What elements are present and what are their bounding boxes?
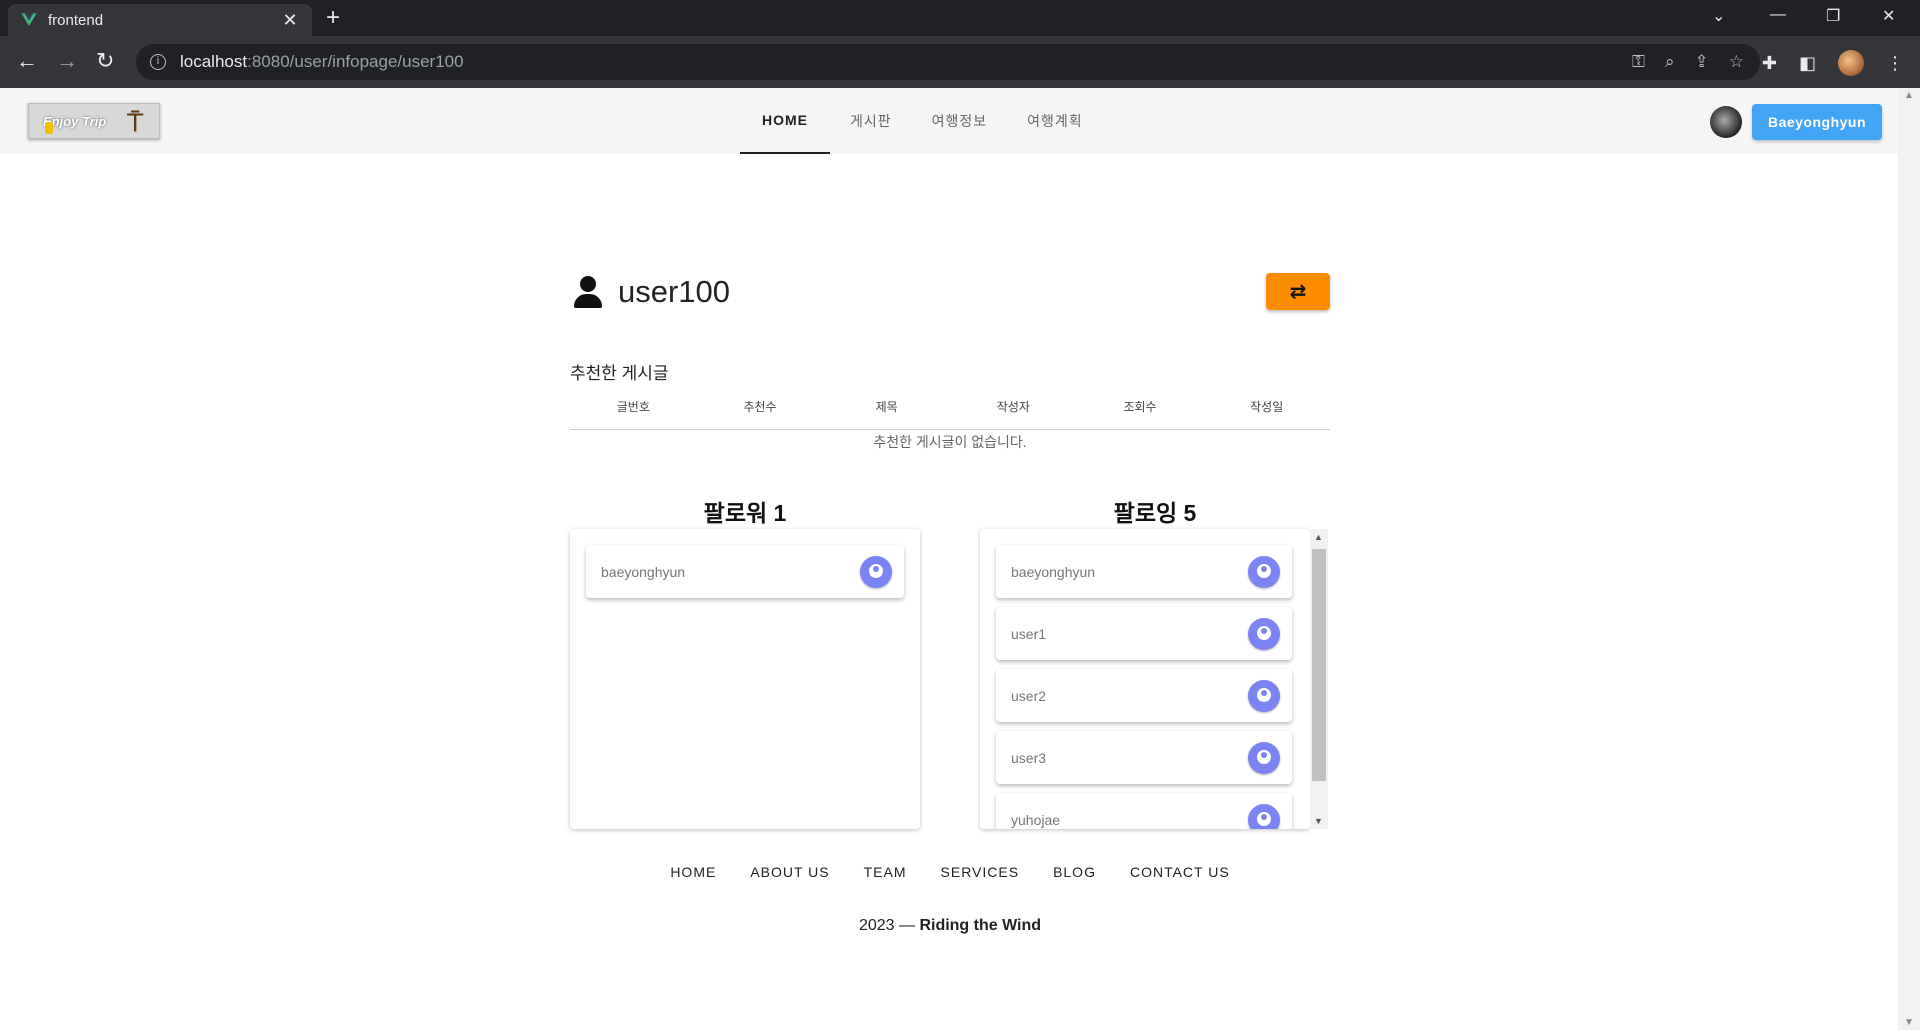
user-avatar[interactable] <box>1710 106 1742 138</box>
browser-tab-bar: frontend ✕ + ⌄ — ❐ ✕ <box>0 0 1920 36</box>
following-name: yuhojae <box>1011 811 1061 828</box>
site-logo[interactable]: Enjoy Trip ⍑ <box>28 103 160 139</box>
profile-avatar[interactable] <box>1838 50 1864 76</box>
swap-arrows-icon: ⇄ <box>1289 281 1307 303</box>
extension-area: ✚ ◧ ⋮ <box>1762 50 1904 76</box>
user-menu-button[interactable]: Baeyonghyun <box>1752 104 1882 140</box>
scroll-down-icon[interactable]: ▼ <box>1904 1017 1914 1028</box>
profile-header: user100 <box>572 272 730 312</box>
extensions-puzzle-icon[interactable]: ✚ <box>1762 53 1777 74</box>
recommended-posts-title: 추천한 게시글 <box>570 364 669 383</box>
account-circle-icon[interactable] <box>1248 741 1280 774</box>
close-window-icon[interactable]: ✕ <box>1882 6 1895 26</box>
followers-panel: baeyonghyun <box>570 529 920 829</box>
url-path: :8080/user/infopage/user100 <box>247 52 464 71</box>
follower-name: baeyonghyun <box>601 563 686 580</box>
account-circle-icon[interactable] <box>1248 555 1280 588</box>
person-icon <box>572 272 604 312</box>
account-circle-icon[interactable] <box>1248 617 1280 650</box>
scrollbar-thumb[interactable] <box>1312 549 1326 781</box>
signpost-icon: ⍑ <box>127 107 143 137</box>
following-card[interactable]: user2 <box>996 669 1292 722</box>
back-icon[interactable]: ← <box>16 50 38 72</box>
following-card[interactable]: user3 <box>996 731 1292 784</box>
logo-lamp-icon <box>45 122 53 134</box>
column-header[interactable]: 작성일 <box>1203 392 1330 429</box>
copyright: 2023 — Riding the Wind <box>570 917 1330 935</box>
following-title: 팔로잉 5 <box>1113 500 1197 526</box>
share-icon[interactable]: ⇪ <box>1695 52 1709 72</box>
column-header[interactable]: 글번호 <box>570 392 697 429</box>
page-scrollbar[interactable]: ▲ ▼ <box>1898 88 1920 1030</box>
browser-tab[interactable]: frontend ✕ <box>8 4 312 36</box>
footer-link-contact[interactable]: CONTACT US <box>1130 864 1230 880</box>
following-card[interactable]: user1 <box>996 607 1292 660</box>
column-header[interactable]: 조회수 <box>1077 392 1204 429</box>
vue-logo-icon <box>21 13 37 26</box>
copyright-brand: Riding the Wind <box>919 917 1042 934</box>
nav-travel-info[interactable]: 여행정보 <box>912 88 1008 154</box>
footer-link-team[interactable]: TEAM <box>864 864 907 880</box>
recommended-table-header: 글번호 추천수 제목 작성자 조회수 작성일 <box>570 392 1330 430</box>
footer-link-blog[interactable]: BLOG <box>1053 864 1096 880</box>
omnibox-actions: ⚿ ⌕ ⇪ ☆ <box>1632 52 1744 72</box>
browser-toolbar: ← → ↻ i localhost :8080/user/infopage/us… <box>0 36 1920 88</box>
column-header[interactable]: 작성자 <box>950 392 1077 429</box>
following-name: user3 <box>1011 749 1047 766</box>
tab-close-icon[interactable]: ✕ <box>280 10 300 31</box>
restore-icon[interactable]: ❐ <box>1826 6 1840 26</box>
footer-link-about[interactable]: ABOUT US <box>750 864 829 880</box>
column-header[interactable]: 추천수 <box>697 392 824 429</box>
follower-card[interactable]: baeyonghyun <box>586 545 904 598</box>
nav-home[interactable]: HOME <box>740 88 830 154</box>
menu-dots-icon[interactable]: ⋮ <box>1886 53 1904 74</box>
address-bar[interactable]: i localhost :8080/user/infopage/user100 … <box>136 44 1760 80</box>
reload-icon[interactable]: ↻ <box>96 50 114 72</box>
nav-travel-plan[interactable]: 여행계획 <box>1007 88 1103 154</box>
zoom-icon[interactable]: ⌕ <box>1665 52 1675 72</box>
side-panel-icon[interactable]: ◧ <box>1799 53 1816 74</box>
tab-search-icon[interactable]: ⌄ <box>1712 6 1725 26</box>
follow-toggle-button[interactable]: ⇄ <box>1266 273 1330 310</box>
site-info-icon[interactable]: i <box>150 54 166 70</box>
scroll-up-icon[interactable]: ▲ <box>1904 90 1914 101</box>
following-scrollbar[interactable]: ▲ ▼ <box>1310 529 1328 829</box>
following-name: user1 <box>1011 625 1047 642</box>
following-card[interactable]: yuhojae <box>996 793 1292 829</box>
main-nav: HOME 게시판 여행정보 여행계획 <box>740 88 1103 154</box>
following-name: user2 <box>1011 687 1047 704</box>
scroll-down-icon[interactable]: ▼ <box>1314 816 1323 826</box>
account-circle-icon[interactable] <box>1248 679 1280 712</box>
copyright-year: 2023 — <box>858 917 915 934</box>
followers-title: 팔로워 1 <box>703 500 787 526</box>
tab-title: frontend <box>48 11 104 29</box>
key-icon[interactable]: ⚿ <box>1632 52 1645 72</box>
footer-link-services[interactable]: SERVICES <box>941 864 1020 880</box>
following-panel: baeyonghyun user1 user2 user3 yuhojae <box>980 529 1310 829</box>
app-header: Enjoy Trip ⍑ HOME 게시판 여행정보 여행계획 Baeyongh… <box>0 88 1898 154</box>
account-circle-icon[interactable] <box>1248 803 1280 829</box>
footer-link-home[interactable]: HOME <box>670 864 716 880</box>
minimize-icon[interactable]: — <box>1770 6 1786 24</box>
forward-icon[interactable]: → <box>56 50 78 72</box>
nav-board[interactable]: 게시판 <box>830 88 912 154</box>
url-host: localhost <box>180 52 248 71</box>
empty-table-message: 추천한 게시글이 없습니다. <box>873 434 1027 450</box>
account-circle-icon[interactable] <box>860 555 892 588</box>
new-tab-icon[interactable]: + <box>326 6 340 30</box>
profile-username: user100 <box>618 274 731 309</box>
following-name: baeyonghyun <box>1011 563 1096 580</box>
scroll-up-icon[interactable]: ▲ <box>1314 532 1323 542</box>
following-card[interactable]: baeyonghyun <box>996 545 1292 598</box>
footer-nav: HOME ABOUT US TEAM SERVICES BLOG CONTACT… <box>570 864 1330 880</box>
bookmark-star-icon[interactable]: ☆ <box>1729 52 1744 72</box>
column-header[interactable]: 제목 <box>823 392 950 429</box>
